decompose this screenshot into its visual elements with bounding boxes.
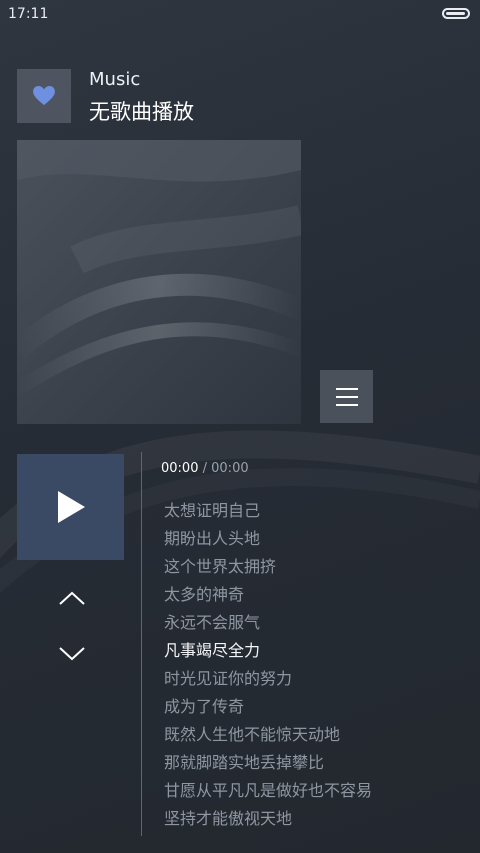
lyric-line: 这个世界太拥挤	[164, 557, 277, 576]
next-track-button[interactable]	[56, 641, 88, 667]
status-time: 17:11	[8, 6, 49, 22]
lyric-line: 时光见证你的努力	[164, 669, 293, 688]
playlist-menu-button[interactable]	[320, 370, 373, 423]
lyric-line: 既然人生他不能惊天动地	[164, 725, 341, 744]
heart-icon	[33, 86, 55, 106]
chevron-up-icon	[59, 591, 85, 605]
play-button[interactable]	[17, 454, 124, 560]
app-name: Music	[89, 69, 141, 90]
battery-icon	[442, 8, 470, 19]
lyrics-list[interactable]: 太想证明自己 期盼出人头地 这个世界太拥挤 太多的神奇 永远不会服气 凡事竭尽全…	[164, 497, 372, 833]
menu-icon	[335, 387, 358, 406]
lyric-line: 那就脚踏实地丢掉攀比	[164, 753, 325, 772]
previous-track-button[interactable]	[56, 585, 88, 611]
total-time: 00:00	[211, 461, 249, 476]
favorite-button[interactable]	[17, 69, 71, 123]
album-cover	[17, 140, 301, 424]
battery-level	[446, 12, 465, 15]
playback-time: 00:00 / 00:00	[161, 461, 249, 476]
lyric-line: 太多的神奇	[164, 585, 245, 604]
play-icon	[57, 491, 85, 523]
lyric-line: 太想证明自己	[164, 501, 261, 520]
lyric-line: 期盼出人头地	[164, 529, 261, 548]
current-time: 00:00	[161, 461, 199, 476]
lyric-line: 甘愿从平凡凡是做好也不容易	[164, 781, 373, 800]
time-separator: /	[202, 461, 207, 476]
lyric-line: 永远不会服气	[164, 613, 261, 632]
lyric-line: 凡事竭尽全力	[164, 641, 261, 660]
vertical-divider	[141, 452, 142, 836]
lyric-line: 坚持才能傲视天地	[164, 809, 293, 828]
chevron-down-icon	[59, 647, 85, 661]
lyric-line: 成为了传奇	[164, 697, 245, 716]
status-bar: 17:11	[0, 0, 480, 28]
song-title: 无歌曲播放	[89, 100, 194, 124]
